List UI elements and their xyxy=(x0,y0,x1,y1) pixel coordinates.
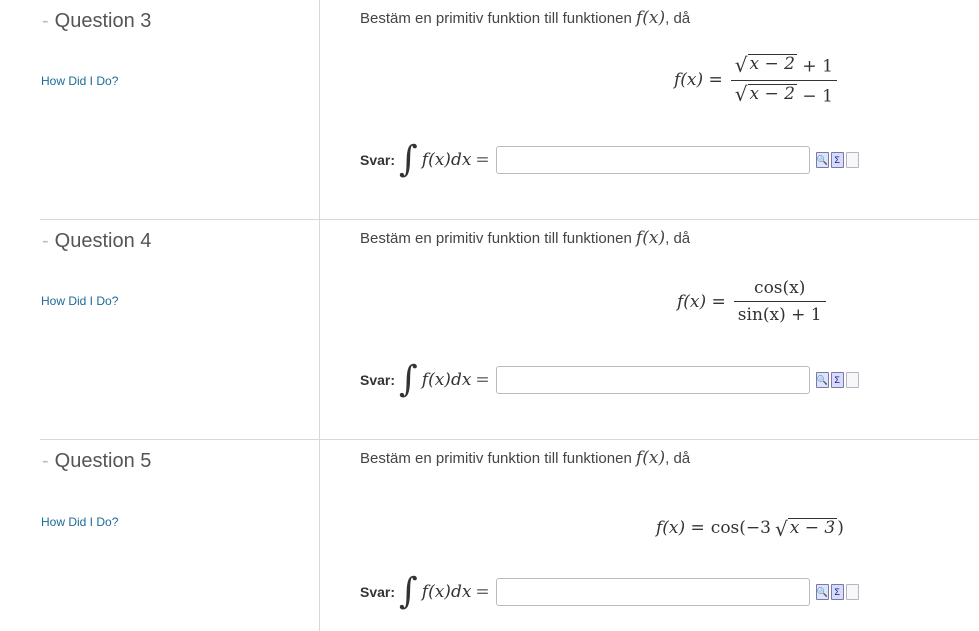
question-prompt: Bestäm en primitiv funktion till funktio… xyxy=(360,228,691,248)
question-title[interactable]: - Question 4 xyxy=(42,230,151,253)
integrand: f(x)dx = xyxy=(421,150,490,170)
function-formula: f(x) = cos(−3 √ x − 3 ) xyxy=(656,516,844,541)
sum-icon[interactable]: Σ xyxy=(830,152,844,168)
answer-input[interactable] xyxy=(495,366,810,394)
function-formula: f(x) = √ x − 2 + 1 √ x − 2 − 1 xyxy=(674,54,837,106)
question-sidebar: - Question 3 How Did I Do? xyxy=(0,0,320,220)
answer-input[interactable] xyxy=(495,146,810,174)
integrand: f(x)dx = xyxy=(421,582,490,602)
answer-tools: 🔍 Σ xyxy=(815,372,859,388)
question-body: Bestäm en primitiv funktion till funktio… xyxy=(320,440,979,631)
question-4: - Question 4 How Did I Do? Bestäm en prim… xyxy=(0,220,979,440)
answer-tools: 🔍 Σ xyxy=(815,584,859,600)
integral-symbol: ∫ xyxy=(399,139,418,180)
collapse-dash-icon[interactable]: - xyxy=(42,230,49,252)
answer-row: Svar: ∫ f(x)dx = 🔍 Σ xyxy=(360,362,859,398)
preview-icon[interactable]: 🔍 xyxy=(815,372,829,388)
function-formula: f(x) = cos(x) sin(x) + 1 xyxy=(677,278,826,325)
blank-page-icon[interactable] xyxy=(845,584,859,600)
how-did-i-do-link[interactable]: How Did I Do? xyxy=(41,74,118,88)
question-body: Bestäm en primitiv funktion till funktio… xyxy=(320,220,979,440)
question-body: Bestäm en primitiv funktion till funktio… xyxy=(320,0,979,220)
answer-row: Svar: ∫ f(x)dx = 🔍 Σ xyxy=(360,142,859,178)
fraction: √ x − 2 + 1 √ x − 2 − 1 xyxy=(730,54,837,106)
question-title[interactable]: - Question 5 xyxy=(42,450,151,473)
collapse-dash-icon[interactable]: - xyxy=(42,450,49,472)
blank-page-icon[interactable] xyxy=(845,372,859,388)
question-prompt: Bestäm en primitiv funktion till funktio… xyxy=(360,448,691,468)
question-title[interactable]: - Question 3 xyxy=(42,10,151,33)
sum-icon[interactable]: Σ xyxy=(830,372,844,388)
answer-label: Svar: xyxy=(360,372,396,388)
answer-label: Svar: xyxy=(360,584,396,600)
question-5: - Question 5 How Did I Do? Bestäm en prim… xyxy=(0,440,979,631)
integral-symbol: ∫ xyxy=(399,571,418,612)
integral-symbol: ∫ xyxy=(399,359,418,400)
answer-tools: 🔍 Σ xyxy=(815,152,859,168)
collapse-dash-icon[interactable]: - xyxy=(42,10,49,32)
question-prompt: Bestäm en primitiv funktion till funktio… xyxy=(360,8,691,28)
answer-row: Svar: ∫ f(x)dx = 🔍 Σ xyxy=(360,574,859,610)
preview-icon[interactable]: 🔍 xyxy=(815,584,829,600)
blank-page-icon[interactable] xyxy=(845,152,859,168)
fraction: cos(x) sin(x) + 1 xyxy=(733,278,826,325)
question-3: - Question 3 How Did I Do? Bestäm en prim… xyxy=(0,0,979,220)
integrand: f(x)dx = xyxy=(421,370,490,390)
answer-label: Svar: xyxy=(360,152,396,168)
preview-icon[interactable]: 🔍 xyxy=(815,152,829,168)
how-did-i-do-link[interactable]: How Did I Do? xyxy=(41,294,118,308)
question-sidebar: - Question 5 How Did I Do? xyxy=(0,440,320,631)
sum-icon[interactable]: Σ xyxy=(830,584,844,600)
how-did-i-do-link[interactable]: How Did I Do? xyxy=(41,515,118,529)
answer-input[interactable] xyxy=(495,578,810,606)
question-sidebar: - Question 4 How Did I Do? xyxy=(0,220,320,440)
